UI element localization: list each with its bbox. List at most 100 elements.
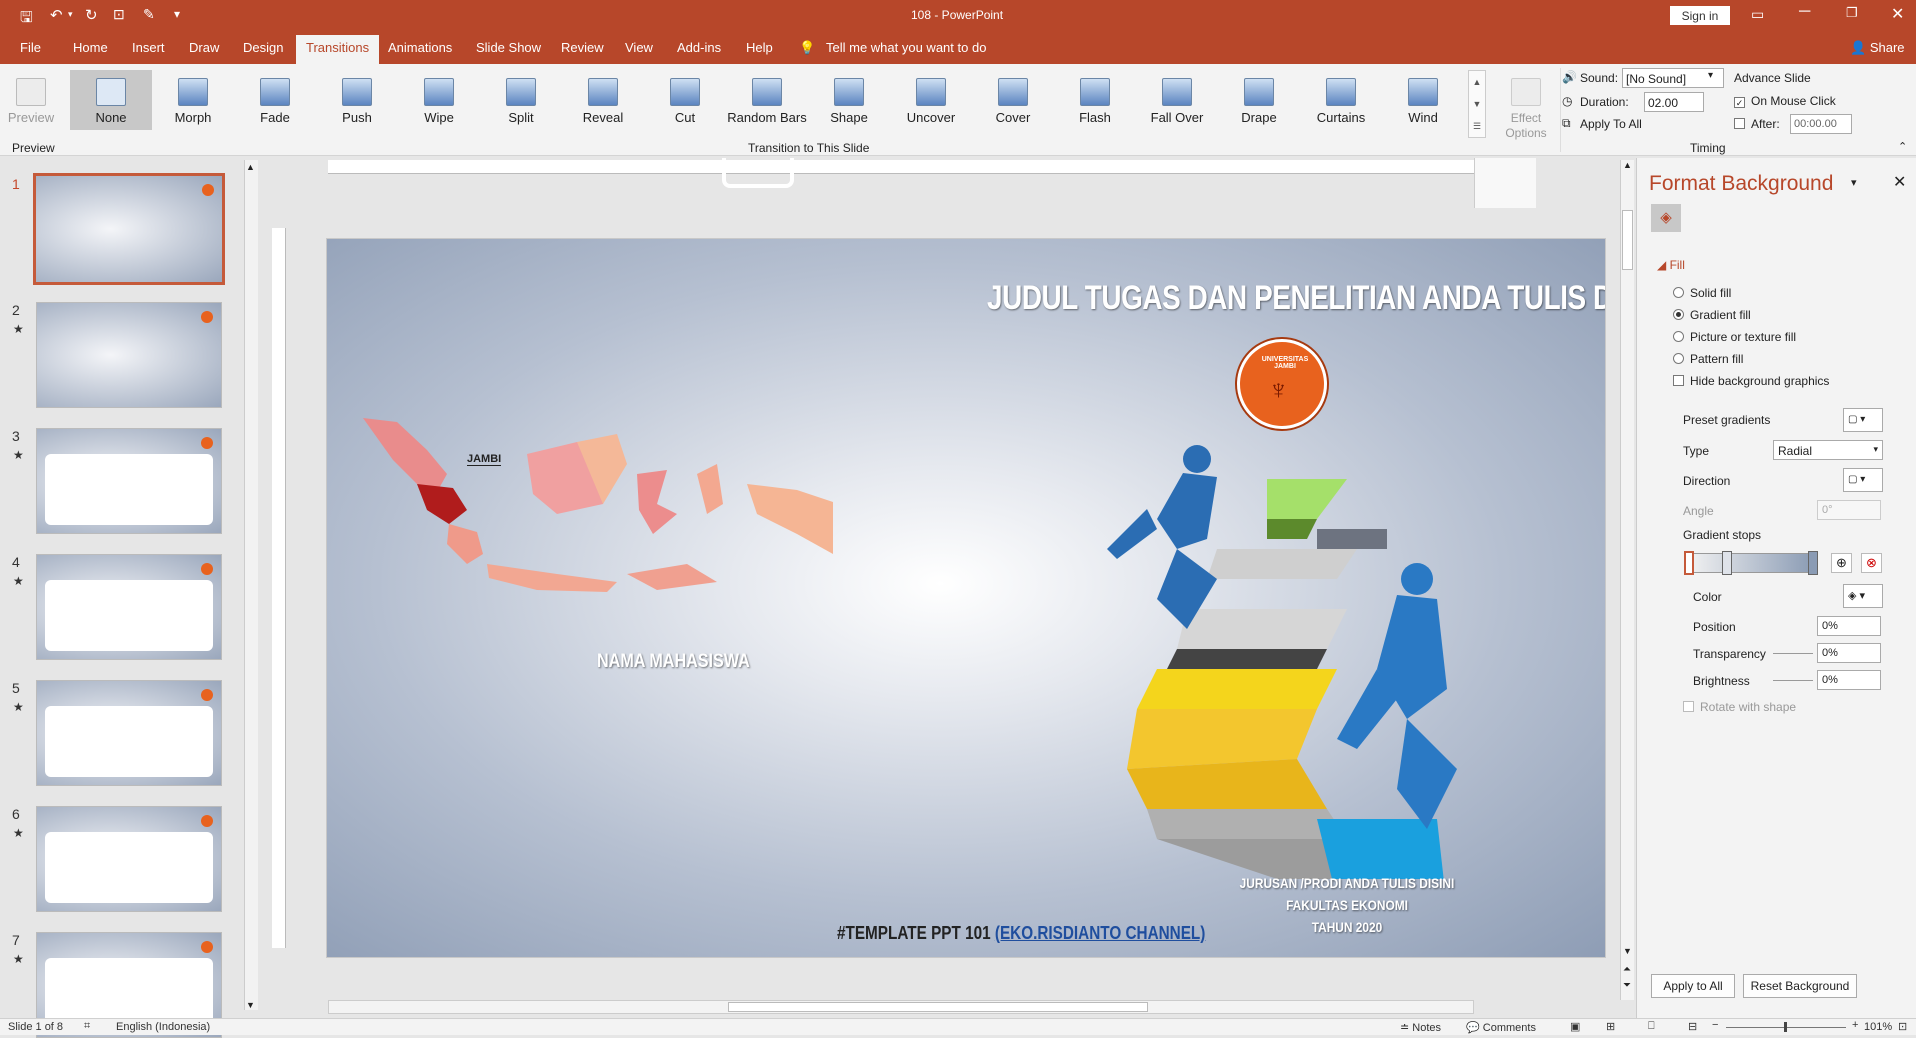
save-icon[interactable]: 🖫 — [20, 7, 33, 32]
transition-fall-over[interactable]: Fall Over — [1136, 70, 1218, 130]
solid-fill-option[interactable]: Solid fill — [1673, 286, 1731, 300]
zoom-in-icon[interactable]: + — [1852, 1019, 1858, 1031]
transition-shape[interactable]: Shape — [808, 70, 890, 130]
transition-morph[interactable]: Morph — [152, 70, 234, 130]
restore-icon[interactable]: ❐ — [1846, 5, 1858, 21]
minimize-icon[interactable]: ─ — [1799, 3, 1810, 21]
tab-add-ins[interactable]: Add-ins — [677, 40, 721, 55]
vertical-scrollbar-track[interactable] — [1474, 158, 1536, 208]
editor-scroll-thumb[interactable] — [1622, 210, 1633, 270]
transition-none[interactable]: None — [70, 70, 152, 130]
transition-random-bars[interactable]: Random Bars — [726, 70, 808, 130]
transition-cut[interactable]: Cut — [644, 70, 726, 130]
tab-slide-show[interactable]: Slide Show — [476, 40, 541, 55]
tab-home[interactable]: Home — [73, 40, 108, 55]
editor-vertical-scrollbar[interactable]: ▲ ▼ ⏶ ⏷ — [1620, 160, 1634, 1000]
pen-icon[interactable]: ✎ — [143, 6, 155, 23]
ribbon-display-icon[interactable]: ▭ — [1751, 6, 1764, 23]
apply-to-all-button[interactable]: Apply to All — [1651, 974, 1735, 998]
slide-thumbnail[interactable] — [36, 302, 222, 408]
panel-options-icon[interactable]: ▾ — [1851, 176, 1857, 189]
apply-to-all-button[interactable]: Apply To All — [1580, 117, 1642, 131]
picture-fill-option[interactable]: Picture or texture fill — [1673, 330, 1796, 344]
hide-bg-checkbox[interactable]: Hide background graphics — [1673, 374, 1829, 388]
transparency-input[interactable]: 0% — [1817, 643, 1881, 663]
undo-dropdown-icon[interactable]: ▾ — [68, 9, 73, 20]
transparency-slider[interactable] — [1773, 653, 1813, 654]
language-label[interactable]: English (Indonesia) — [116, 1021, 210, 1033]
after-input[interactable]: 00:00.00 — [1790, 114, 1852, 134]
normal-view-icon[interactable]: ▣ — [1570, 1020, 1580, 1033]
scroll-down-icon[interactable]: ▼ — [1623, 946, 1632, 956]
share-button[interactable]: 👤 Share — [1850, 40, 1905, 56]
slideshow-icon[interactable]: ⊟ — [1688, 1020, 1697, 1033]
customize-qat-icon[interactable]: ▾ — [174, 7, 180, 21]
slide-canvas[interactable]: JAMBI JUDUL TUGAS DAN PENELITIAN ANDA TU… — [326, 238, 1606, 958]
remove-stop-icon[interactable]: ⊗ — [1861, 553, 1882, 573]
tell-me-input[interactable]: Tell me what you want to do — [826, 40, 986, 55]
scroll-up-icon[interactable]: ▲ — [246, 162, 255, 172]
tab-transitions[interactable]: Transitions — [296, 35, 380, 64]
scroll-up-icon[interactable]: ▲ — [1623, 160, 1632, 170]
channel-link[interactable]: (EKO.RISDIANTO CHANNEL) — [995, 923, 1206, 943]
tab-help[interactable]: Help — [746, 40, 773, 55]
fill-section-header[interactable]: ◢ Fill — [1657, 258, 1685, 272]
accessibility-icon[interactable]: ⌗ — [84, 1020, 90, 1033]
zoom-level[interactable]: 101% — [1864, 1021, 1892, 1033]
brightness-input[interactable]: 0% — [1817, 670, 1881, 690]
thumbnail-scrollbar[interactable] — [244, 160, 258, 1010]
transition-push[interactable]: Push — [316, 70, 398, 130]
template-footer[interactable]: #TEMPLATE PPT 101 (EKO.RISDIANTO CHANNEL… — [837, 923, 1205, 944]
tab-draw[interactable]: Draw — [189, 40, 219, 55]
pattern-fill-option[interactable]: Pattern fill — [1673, 352, 1743, 366]
type-select[interactable]: Radial ▾ — [1773, 440, 1883, 460]
chevron-down-icon[interactable]: ▾ — [1708, 70, 1713, 81]
after-checkbox[interactable]: After: — [1734, 117, 1780, 131]
slide-thumbnail[interactable] — [36, 554, 222, 660]
tab-file[interactable]: File — [20, 40, 41, 55]
zoom-thumb[interactable] — [1784, 1022, 1787, 1032]
fit-slide-icon[interactable]: ⊡ — [1898, 1020, 1907, 1033]
slide-thumbnail[interactable] — [36, 428, 222, 534]
start-from-beginning-icon[interactable]: ⊡ — [113, 6, 125, 23]
close-window-icon[interactable]: ✕ — [1891, 4, 1904, 24]
add-stop-icon[interactable]: ⊕ — [1831, 553, 1852, 573]
faculty-text[interactable]: FAKULTAS EKONOMI — [1220, 897, 1475, 913]
transition-wind[interactable]: Wind — [1382, 70, 1464, 130]
fill-icon[interactable]: ◈ — [1651, 204, 1681, 232]
tab-view[interactable]: View — [625, 40, 653, 55]
gradient-stop-1[interactable] — [1684, 551, 1694, 575]
comments-button[interactable]: 💬 Comments — [1466, 1021, 1536, 1034]
gradient-stop-2[interactable] — [1722, 551, 1732, 575]
gallery-scroll[interactable]: ▲ ▼ ☰ — [1468, 70, 1486, 138]
previous-slide-icon[interactable]: ⏶ — [1623, 964, 1631, 975]
position-input[interactable]: 0% — [1817, 616, 1881, 636]
reset-background-button[interactable]: Reset Background — [1743, 974, 1857, 998]
angle-input[interactable]: 0° — [1817, 500, 1881, 520]
transition-curtains[interactable]: Curtains — [1300, 70, 1382, 130]
preview-button[interactable]: Preview — [2, 70, 60, 130]
notes-button[interactable]: ≐ Notes — [1400, 1021, 1441, 1034]
slide-thumbnail[interactable] — [36, 680, 222, 786]
direction-button[interactable]: ▢ ▾ — [1843, 468, 1883, 492]
slide-sorter-icon[interactable]: ⊞ — [1606, 1020, 1615, 1033]
transition-uncover[interactable]: Uncover — [890, 70, 972, 130]
slide-title[interactable]: JUDUL TUGAS DAN PENELITIAN ANDA TULIS DI… — [987, 279, 1605, 318]
on-mouse-click-checkbox[interactable]: ✓ On Mouse Click — [1734, 94, 1836, 108]
transition-wipe[interactable]: Wipe — [398, 70, 480, 130]
collapse-ribbon-icon[interactable]: ⌃ — [1898, 140, 1907, 153]
transition-fade[interactable]: Fade — [234, 70, 316, 130]
year-text[interactable]: TAHUN 2020 — [1220, 919, 1475, 935]
gradient-stops-bar[interactable] — [1684, 551, 1818, 575]
gradient-fill-option[interactable]: Gradient fill — [1673, 308, 1751, 322]
transition-flash[interactable]: Flash — [1054, 70, 1136, 130]
tab-animations[interactable]: Animations — [388, 40, 452, 55]
redo-icon[interactable]: ↻ — [85, 6, 98, 24]
color-picker-button[interactable]: ◈ ▾ — [1843, 584, 1883, 608]
horizontal-scroll-thumb[interactable] — [728, 1002, 1148, 1012]
brightness-slider[interactable] — [1773, 680, 1813, 681]
slide-thumbnail[interactable] — [33, 173, 225, 285]
student-name[interactable]: NAMA MAHASISWA — [597, 651, 750, 673]
slide-thumbnail[interactable] — [36, 806, 222, 912]
transition-drape[interactable]: Drape — [1218, 70, 1300, 130]
